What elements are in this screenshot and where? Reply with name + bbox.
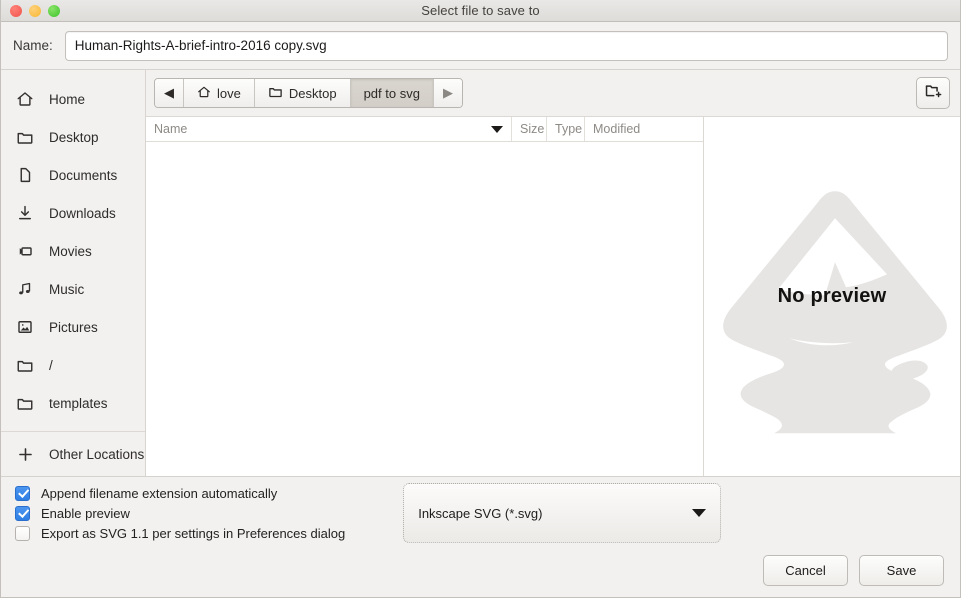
sidebar-item-downloads[interactable]: Downloads: [1, 194, 145, 232]
options-checkbox-group: Append filename extension automatically …: [15, 486, 345, 541]
chevron-down-icon: [692, 509, 706, 517]
option-export-svg11[interactable]: Export as SVG 1.1 per settings in Prefer…: [15, 526, 345, 541]
places-sidebar: Home Desktop Doc: [1, 70, 146, 476]
sidebar-item-label: Music: [49, 282, 84, 297]
option-label: Export as SVG 1.1 per settings in Prefer…: [41, 526, 345, 541]
sidebar-item-desktop[interactable]: Desktop: [1, 118, 145, 156]
file-type-value: Inkscape SVG (*.svg): [418, 506, 542, 521]
list-and-preview: Name Size Type Modified: [146, 116, 960, 476]
sidebar-item-label: templates: [49, 396, 108, 411]
folder-icon: [15, 127, 35, 147]
checkbox-enable-preview[interactable]: [15, 506, 30, 521]
options-row: Append filename extension automatically …: [1, 477, 960, 549]
cancel-button[interactable]: Cancel: [763, 555, 848, 586]
filename-row: Name:: [1, 22, 960, 70]
dialog-body: Home Desktop Doc: [1, 70, 960, 477]
sidebar-item-pictures[interactable]: Pictures: [1, 308, 145, 346]
sidebar-item-label: Pictures: [49, 320, 98, 335]
checkbox-export-svg11[interactable]: [15, 526, 30, 541]
sidebar-item-music[interactable]: Music: [1, 270, 145, 308]
sidebar-item-documents[interactable]: Documents: [1, 156, 145, 194]
sidebar-item-label: Documents: [49, 168, 117, 183]
right-arrow-icon: ▶: [443, 85, 453, 101]
save-file-dialog: Select file to save to Name: Home: [0, 0, 961, 598]
file-type-dropdown[interactable]: Inkscape SVG (*.svg): [403, 483, 721, 543]
column-label: Size: [520, 122, 544, 136]
breadcrumb-item-love[interactable]: love: [184, 79, 255, 107]
breadcrumb-label: Desktop: [289, 86, 337, 101]
filename-label: Name:: [13, 38, 53, 53]
path-bar-row: ◀ love: [146, 70, 960, 116]
sidebar-item-label: Other Locations: [49, 447, 144, 462]
column-header-name[interactable]: Name: [146, 117, 512, 141]
folder-icon: [268, 84, 283, 102]
minimize-window-button[interactable]: [29, 5, 41, 17]
title-bar: Select file to save to: [1, 0, 960, 22]
file-browser: ◀ love: [146, 70, 960, 476]
plus-icon: [15, 444, 35, 464]
sidebar-item-label: Movies: [49, 244, 92, 259]
sidebar-item-templates[interactable]: templates: [1, 384, 145, 422]
checkbox-append-extension[interactable]: [15, 486, 30, 501]
sidebar-item-movies[interactable]: Movies: [1, 232, 145, 270]
file-list: Name Size Type Modified: [146, 117, 704, 476]
maximize-window-button[interactable]: [48, 5, 60, 17]
option-label: Enable preview: [41, 506, 130, 521]
column-label: Name: [154, 122, 187, 136]
preview-pane: No preview: [704, 117, 960, 476]
create-folder-icon: [924, 81, 943, 105]
sidebar-item-root[interactable]: /: [1, 346, 145, 384]
option-append-extension[interactable]: Append filename extension automatically: [15, 486, 345, 501]
file-list-rows[interactable]: [146, 142, 703, 476]
home-icon: [197, 85, 211, 102]
home-icon: [15, 89, 35, 109]
breadcrumb-label: love: [217, 86, 241, 101]
places-list: Home Desktop Doc: [1, 80, 145, 428]
sidebar-item-other-locations[interactable]: Other Locations: [1, 432, 145, 476]
breadcrumb-label: pdf to svg: [364, 86, 420, 101]
folder-icon: [15, 355, 35, 375]
breadcrumb: ◀ love: [154, 78, 463, 108]
column-header-size[interactable]: Size: [512, 117, 547, 141]
window-title: Select file to save to: [1, 3, 960, 18]
column-header-modified[interactable]: Modified: [585, 117, 703, 141]
filename-input[interactable]: [65, 31, 948, 61]
column-label: Type: [555, 122, 582, 136]
download-icon: [15, 203, 35, 223]
breadcrumb-item-desktop[interactable]: Desktop: [255, 79, 351, 107]
sidebar-item-home[interactable]: Home: [1, 80, 145, 118]
sidebar-item-label: Downloads: [49, 206, 116, 221]
folder-icon: [15, 393, 35, 413]
column-header-type[interactable]: Type: [547, 117, 585, 141]
breadcrumb-back-button[interactable]: ◀: [155, 79, 184, 107]
save-button[interactable]: Save: [859, 555, 944, 586]
sidebar-item-label: Desktop: [49, 130, 99, 145]
file-list-header: Name Size Type Modified: [146, 117, 703, 142]
video-camera-icon: [15, 241, 35, 261]
breadcrumb-item-pdf-to-svg[interactable]: pdf to svg: [351, 79, 434, 107]
left-arrow-icon: ◀: [164, 85, 174, 101]
option-enable-preview[interactable]: Enable preview: [15, 506, 345, 521]
breadcrumb-forward-button[interactable]: ▶: [434, 79, 462, 107]
create-folder-button[interactable]: [916, 77, 950, 109]
music-note-icon: [15, 279, 35, 299]
document-icon: [15, 165, 35, 185]
column-label: Modified: [593, 122, 640, 136]
no-preview-label: No preview: [778, 285, 887, 308]
window-controls: [1, 5, 60, 17]
sidebar-item-label: Home: [49, 92, 85, 107]
close-window-button[interactable]: [10, 5, 22, 17]
image-icon: [15, 317, 35, 337]
sort-descending-icon: [491, 126, 503, 133]
sidebar-item-label: /: [49, 358, 53, 373]
dialog-actions: Cancel Save: [1, 549, 960, 597]
option-label: Append filename extension automatically: [41, 486, 277, 501]
